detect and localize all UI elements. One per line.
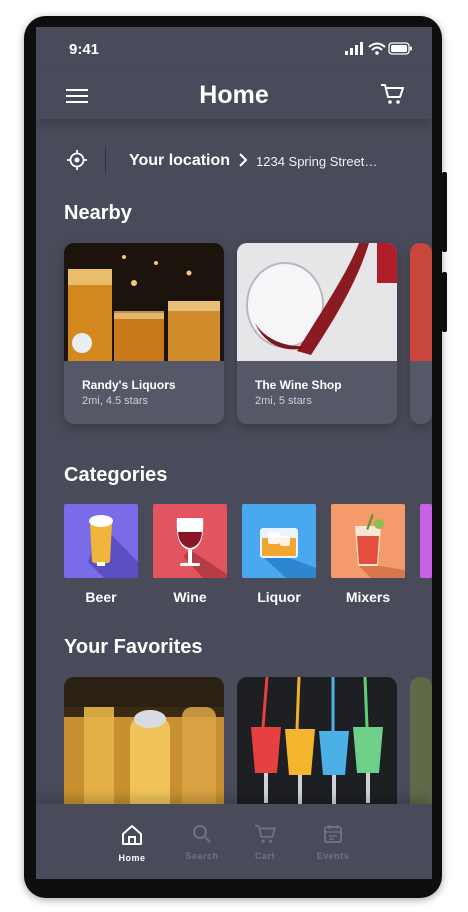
favorite-photo xyxy=(64,677,224,817)
chevron-right-icon xyxy=(239,153,248,167)
favorites-title: Your Favorites xyxy=(64,636,203,658)
nearby-title: Nearby xyxy=(64,202,132,224)
store-photo xyxy=(410,243,432,361)
category-label: Beer xyxy=(85,589,117,605)
store-photo xyxy=(237,243,397,361)
location-selector[interactable]: Your location 1234 Spring Street… xyxy=(36,147,432,173)
status-bar: 9:41 xyxy=(36,27,432,71)
store-photo xyxy=(64,243,224,361)
beer-tile xyxy=(64,504,138,578)
store-meta: 2mi, 4.5 stars xyxy=(82,395,149,407)
category-tile xyxy=(420,504,432,578)
tab-label: Cart xyxy=(254,851,275,861)
favorite-card[interactable] xyxy=(237,677,397,817)
mixers-tile xyxy=(331,504,405,578)
store-name: Randy's Liquors xyxy=(82,378,176,392)
store-meta: 2mi, 5 stars xyxy=(255,395,312,407)
category-label: Wine xyxy=(173,589,207,605)
cart-icon[interactable] xyxy=(380,83,404,105)
location-divider xyxy=(105,147,106,173)
mixer-glass-icon xyxy=(355,514,405,578)
store-card[interactable]: Randy's Liquors 2mi, 4.5 stars xyxy=(64,243,224,424)
signal-wifi-battery-icon xyxy=(345,42,412,55)
wine-glass-icon xyxy=(176,518,227,578)
liquor-tile xyxy=(242,504,316,578)
tab-events[interactable]: Events xyxy=(303,824,363,861)
page-title: Home xyxy=(199,81,269,109)
wine-tile xyxy=(153,504,227,578)
category-mixers[interactable]: Mixers xyxy=(331,504,405,605)
category-partial[interactable] xyxy=(420,504,432,578)
location-target-icon xyxy=(67,150,87,170)
category-liquor[interactable]: Liquor xyxy=(242,504,316,605)
category-wine[interactable]: Wine xyxy=(153,504,227,605)
tab-search[interactable]: Search xyxy=(172,824,232,861)
search-icon xyxy=(193,825,211,843)
store-card-partial[interactable] xyxy=(410,243,432,424)
category-beer[interactable]: Beer xyxy=(64,504,138,605)
tab-home[interactable]: Home xyxy=(102,824,162,863)
home-icon xyxy=(122,825,142,845)
status-time: 9:41 xyxy=(69,41,100,58)
tab-label: Home xyxy=(118,853,146,863)
phone-power-button xyxy=(442,172,447,252)
category-label: Mixers xyxy=(345,589,391,605)
store-card[interactable]: The Wine Shop 2mi, 5 stars xyxy=(237,243,397,424)
phone-volume-button xyxy=(442,272,447,332)
beer-icon xyxy=(88,515,138,578)
favorite-photo xyxy=(237,677,397,817)
events-icon xyxy=(324,825,342,843)
app-header: Home xyxy=(36,71,432,119)
favorite-card[interactable] xyxy=(64,677,224,817)
tab-label: Search xyxy=(185,851,219,861)
favorite-card-partial[interactable] xyxy=(410,677,432,817)
location-address: 1234 Spring Street… xyxy=(256,154,378,169)
category-label: Liquor xyxy=(257,589,301,605)
tab-cart[interactable]: Cart xyxy=(235,824,295,861)
app-screen: 9:41 Home Your location 1234 Spring Stre… xyxy=(36,27,432,879)
liquor-glass-icon xyxy=(260,528,316,578)
cart-icon xyxy=(255,824,276,843)
location-label: Your location xyxy=(129,152,231,169)
tab-label: Events xyxy=(316,851,350,861)
store-name: The Wine Shop xyxy=(255,378,342,392)
tab-bar: Home Search Cart Events xyxy=(36,804,432,879)
categories-title: Categories xyxy=(64,464,168,486)
